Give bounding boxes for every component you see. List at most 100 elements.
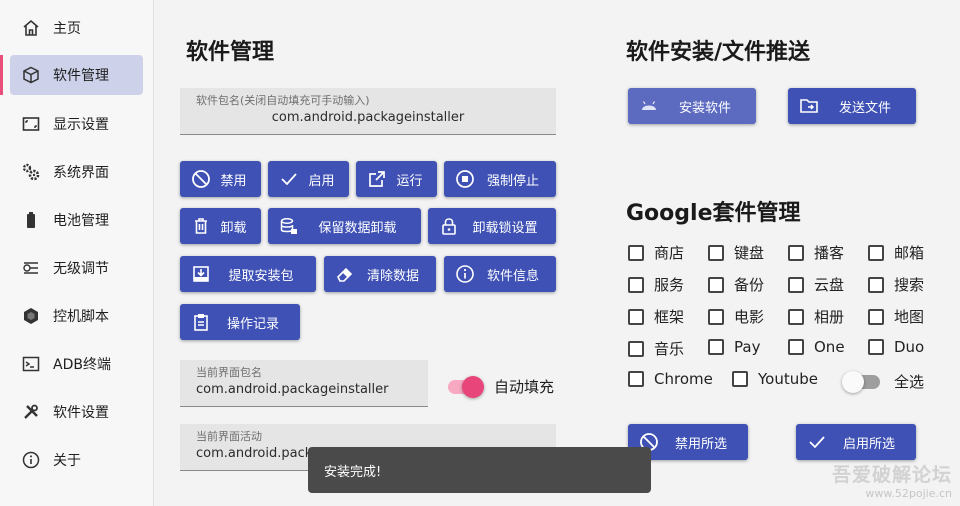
checkbox-box [868,276,884,293]
checkbox-store[interactable]: 商店 [628,242,684,263]
checkbox-box [708,308,724,325]
checkbox-pay[interactable]: Pay [708,338,760,356]
checkbox-box [868,244,884,261]
database-lock-icon [278,215,300,237]
lock-icon [438,215,460,237]
checkbox-box [788,276,804,293]
checkbox-music[interactable]: 音乐 [628,338,684,359]
checkbox-photos[interactable]: 相册 [788,306,844,327]
app-info-button[interactable]: 软件信息 [444,256,556,292]
force-stop-button[interactable]: 强制停止 [444,161,556,197]
checkbox-box [788,339,804,355]
checkbox-box [628,276,644,293]
checkbox-maps[interactable]: 地图 [868,306,924,327]
checkbox-box [868,308,884,325]
current-package-value: com.android.packageinstaller [196,382,389,397]
checkbox-keyboard[interactable]: 键盘 [708,242,764,263]
checkbox-search[interactable]: 搜索 [868,274,924,295]
checkbox-podcasts[interactable]: 播客 [788,242,844,263]
disable-button[interactable]: 禁用 [180,161,261,197]
package-icon [20,64,42,86]
clear-data-button[interactable]: 清除数据 [324,256,436,292]
checkbox-chrome[interactable]: Chrome [628,370,713,388]
toggle-track [448,375,484,398]
checkbox-services[interactable]: 服务 [628,274,684,295]
uninstall-keep-data-button[interactable]: 保留数据卸载 [268,208,421,244]
toggle-knob [842,370,864,393]
terminal-icon [20,353,42,375]
operation-log-button[interactable]: 操作记录 [180,304,300,340]
extract-apk-button[interactable]: 提取安装包 [180,256,316,292]
checkbox-box [868,339,884,355]
sidebar-item-label: 软件设置 [53,405,109,421]
sidebar-item-software[interactable]: 软件管理 [10,55,143,95]
sidebar-item-about[interactable]: 关于 [10,440,143,480]
google-section-title: Google套件管理 [626,201,801,226]
current-package-label: 当前界面包名 [196,366,262,379]
sidebar-item-battery[interactable]: 电池管理 [10,200,143,240]
sidebar-item-scripts[interactable]: 控机脚本 [10,296,143,336]
checkbox-box [708,244,724,261]
checkbox-movies[interactable]: 电影 [708,306,764,327]
stop-circle-icon [454,168,476,190]
uninstall-button[interactable]: 卸载 [180,208,261,244]
autofill-toggle[interactable]: 自动填充 [448,375,555,398]
select-all-toggle[interactable]: 全选 [842,370,925,393]
sidebar-item-display[interactable]: 显示设置 [10,104,143,144]
home-icon [20,17,42,39]
enable-button[interactable]: 启用 [268,161,349,197]
sidebar-item-label: 电池管理 [53,213,109,229]
checkbox-youtube[interactable]: Youtube [732,370,818,388]
folder-send-icon [798,95,820,117]
checkbox-backup[interactable]: 备份 [708,274,764,295]
gears-icon [20,161,42,183]
checkbox-duo[interactable]: Duo [868,338,924,356]
sidebar-item-adb-terminal[interactable]: ADB终端 [10,344,143,384]
uninstall-lock-button[interactable]: 卸载锁设置 [428,208,556,244]
watermark-title: 吾爱破解论坛 [831,464,952,486]
sidebar-item-label: 关于 [53,453,81,469]
checkbox-drive[interactable]: 云盘 [788,274,844,295]
checkbox-box [788,308,804,325]
select-all-label: 全选 [894,373,925,391]
open-external-icon [366,168,388,190]
checkbox-framework[interactable]: 框架 [628,306,684,327]
sidebar-item-stepless[interactable]: 无级调节 [10,248,143,288]
checkbox-mail[interactable]: 邮箱 [868,242,924,263]
download-tray-icon [190,263,212,285]
sidebar-item-label: 主页 [53,21,81,37]
trash-icon [190,215,212,237]
autofill-label: 自动填充 [494,378,555,396]
screen-icon [20,113,42,135]
sidebar-item-system-ui[interactable]: 系统界面 [10,152,143,192]
sliders-icon [20,257,42,279]
run-button[interactable]: 运行 [356,161,437,197]
sidebar-item-settings[interactable]: 软件设置 [10,392,143,432]
install-app-button[interactable]: 安装软件 [628,88,756,124]
watermark: 吾爱破解论坛 www.52pojie.cn [832,460,952,500]
toast-message: 安装完成! [324,464,382,480]
block-icon [190,168,212,190]
hexagon-icon [20,305,42,327]
info-icon [454,263,476,285]
toast-snackbar: 安装完成! [308,447,651,493]
watermark-url: www.52pojie.cn [865,487,952,500]
checkbox-box [708,276,724,293]
checkbox-box [708,339,724,355]
check-icon [278,168,300,190]
sidebar-item-label: 显示设置 [53,117,109,133]
checkbox-box [628,308,644,325]
toggle-track [842,370,880,393]
checkbox-one[interactable]: One [788,338,845,356]
checkbox-box [628,371,644,387]
package-name-label: 软件包名(关闭自动填充可手动输入) [196,94,370,107]
current-activity-label: 当前界面活动 [196,430,262,443]
send-file-button[interactable]: 发送文件 [788,88,916,124]
checkbox-box [628,244,644,261]
enable-selected-button[interactable]: 启用所选 [796,424,916,460]
current-activity-value: com.android.packa [196,446,320,461]
package-name-field[interactable]: 软件包名(关闭自动填充可手动输入) com.android.packageins… [180,88,556,135]
sidebar-item-home[interactable]: 主页 [10,8,143,48]
current-package-field[interactable]: 当前界面包名 com.android.packageinstaller [180,360,428,407]
sidebar-item-label: 控机脚本 [53,309,109,325]
